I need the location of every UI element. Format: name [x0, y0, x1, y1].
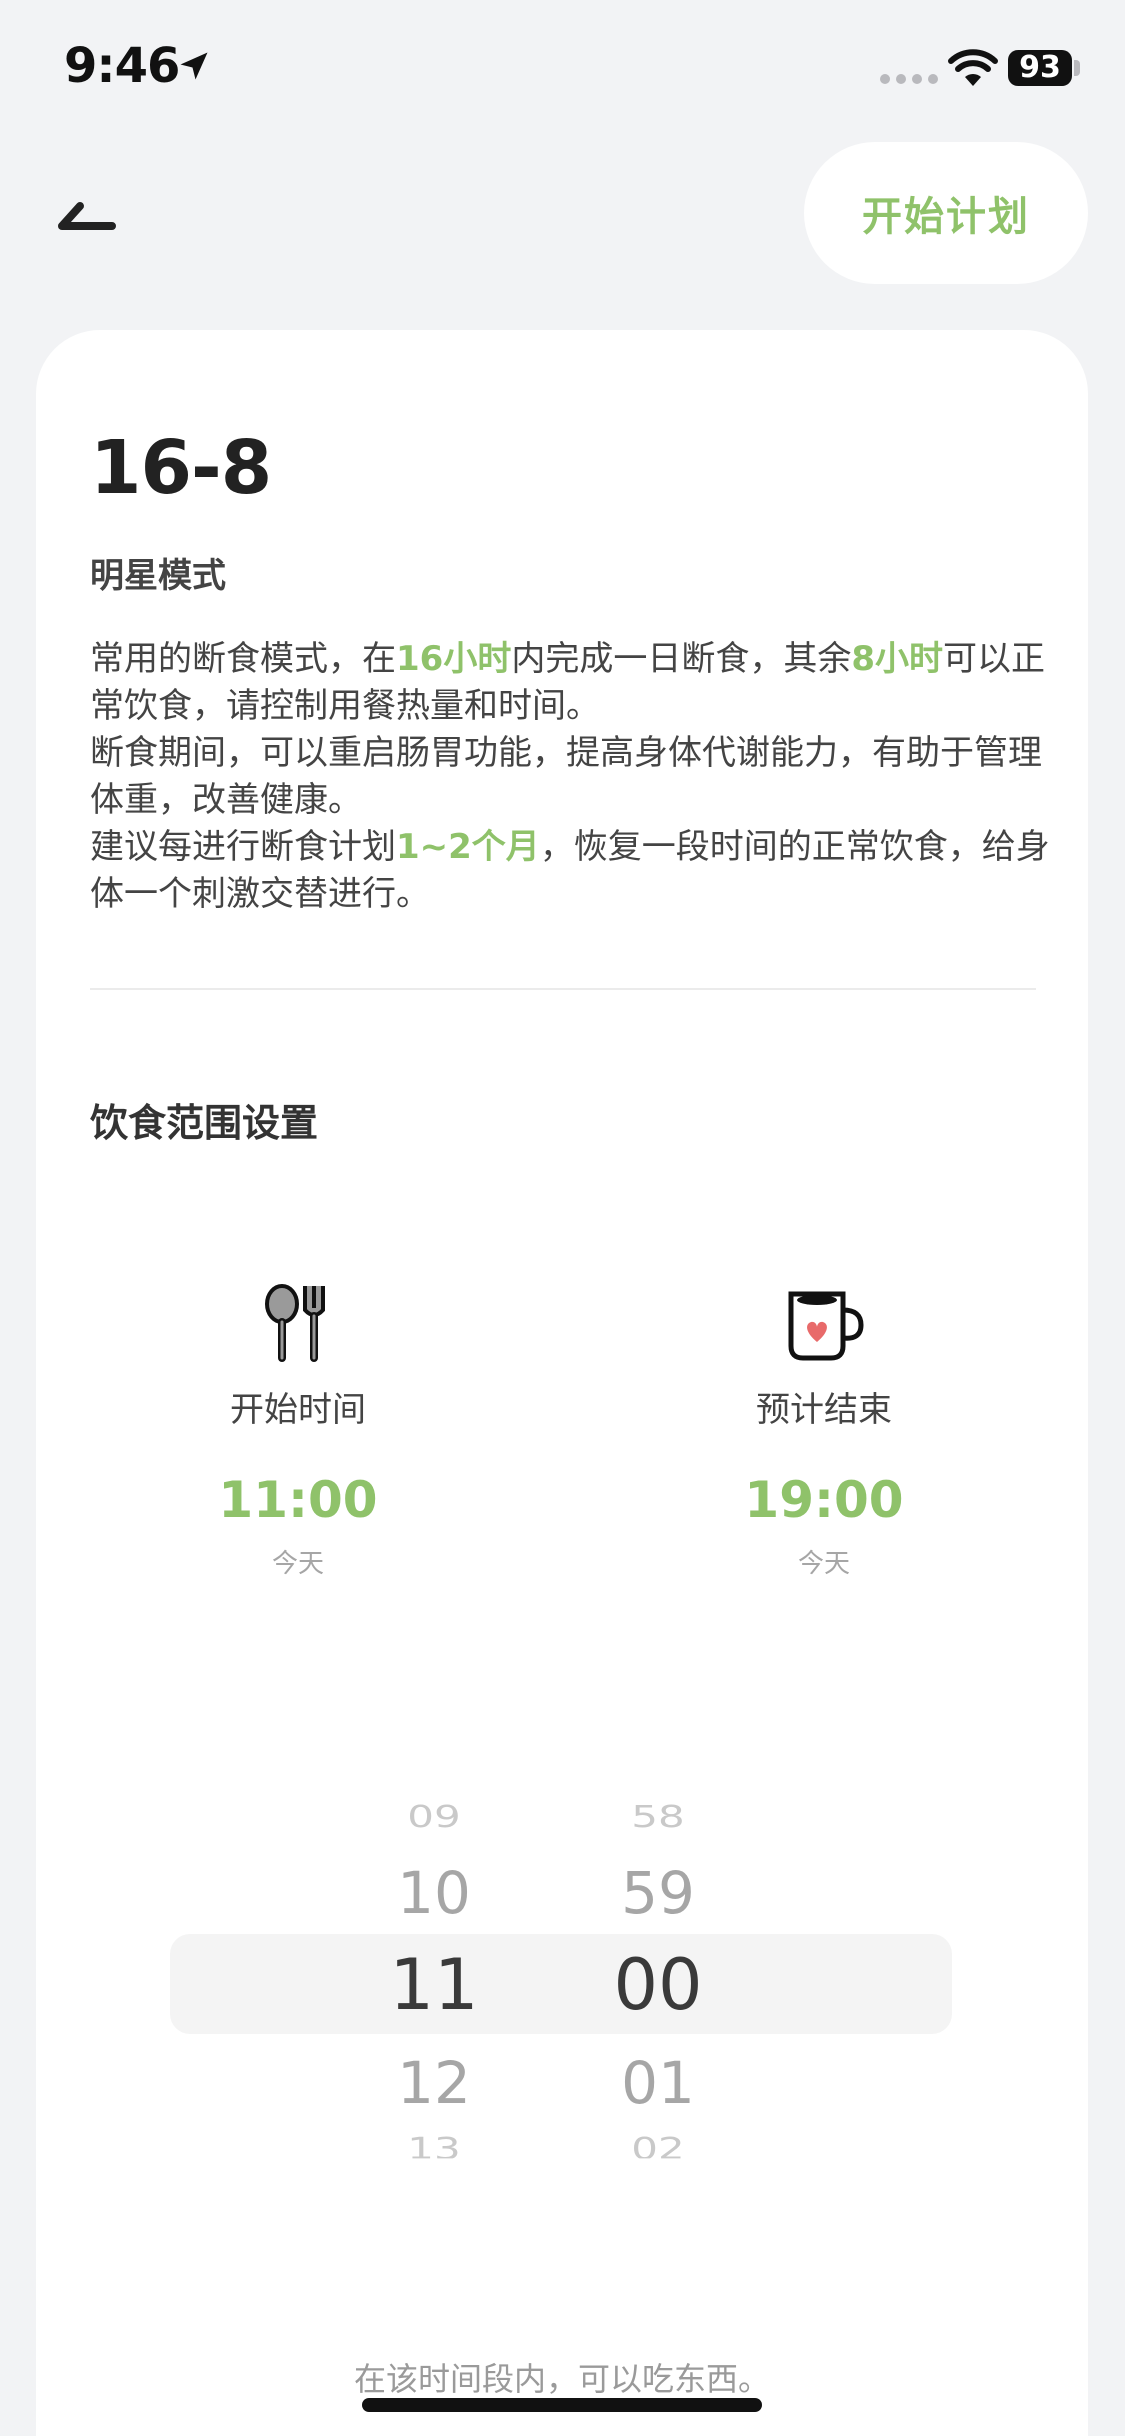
desc-paragraph-3: 建议每进行断食计划1~2个月，恢复一段时间的正常饮食，给身体一个刺激交替进行。 — [90, 824, 1060, 918]
desc-highlight-eating-hours: 8小时 — [851, 639, 943, 679]
desc-text: 建议每进行断食计划 — [90, 827, 396, 867]
desc-highlight-fasting-hours: 16小时 — [396, 639, 512, 679]
battery-icon: 93 — [1008, 50, 1072, 86]
plan-card: 16-8 明星模式 常用的断食模式，在16小时内完成一日断食，其余8小时可以正常… — [36, 330, 1088, 2436]
plan-description: 常用的断食模式，在16小时内完成一日断食，其余8小时可以正常饮食，请控制用餐热量… — [90, 636, 1060, 918]
picker-option[interactable]: 12 — [354, 2034, 514, 2124]
divider — [90, 988, 1036, 990]
picker-selected-hour[interactable]: 11 — [354, 1936, 514, 2034]
desc-text: 内完成一日断食，其余 — [511, 639, 852, 679]
picker-option[interactable]: 09 — [354, 1794, 514, 1837]
picker-option[interactable]: 13 — [354, 2130, 514, 2159]
picker-selection-highlight — [170, 1934, 952, 2034]
battery-level: 93 — [1019, 50, 1061, 85]
end-time-block[interactable]: 预计结束 19:00 今天 — [674, 1280, 974, 1580]
plan-title: 16-8 — [90, 425, 272, 511]
desc-highlight-duration: 1~2个月 — [396, 827, 540, 867]
section-title: 饮食范围设置 — [90, 1101, 319, 1145]
battery-cap — [1074, 60, 1080, 76]
status-bar: 9:46 93 — [0, 0, 1125, 140]
end-time-label: 预计结束 — [756, 1390, 892, 1430]
location-arrow-icon — [180, 52, 208, 80]
picker-option[interactable]: 10 — [354, 1846, 514, 1936]
status-time: 9:46 — [64, 38, 180, 94]
minute-picker-wheel[interactable]: 58 59 00 01 02 — [578, 1786, 738, 2164]
eating-window-note: 在该时间段内，可以吃东西。 — [353, 2360, 770, 2398]
picker-option[interactable]: 58 — [578, 1794, 738, 1837]
desc-paragraph-1: 常用的断食模式，在16小时内完成一日断食，其余8小时可以正常饮食，请控制用餐热量… — [90, 636, 1060, 730]
start-time-day: 今天 — [271, 1549, 324, 1579]
fork-spoon-icon — [265, 1284, 325, 1362]
back-icon[interactable] — [50, 180, 140, 250]
end-time-day: 今天 — [797, 1549, 850, 1579]
desc-text: 常用的断食模式，在 — [90, 639, 396, 679]
start-time-value: 11:00 — [218, 1471, 378, 1529]
picker-selected-minute[interactable]: 00 — [578, 1936, 738, 2034]
desc-paragraph-2: 断食期间，可以重启肠胃功能，提高身体代谢能力，有助于管理体重，改善健康。 — [90, 733, 1042, 820]
coffee-mug-icon — [788, 1291, 864, 1361]
end-time-value: 19:00 — [744, 1471, 904, 1529]
wifi-icon — [948, 49, 998, 86]
screen: 9:46 93 开始计划 16-8 明星模式 常用的断食模式，在16小时内完成一… — [0, 0, 1125, 2436]
picker-option[interactable]: 59 — [578, 1846, 738, 1936]
hour-picker-wheel[interactable]: 09 10 11 12 13 — [354, 1786, 514, 2164]
start-time-block[interactable]: 开始时间 11:00 今天 — [148, 1280, 448, 1580]
picker-option[interactable]: 02 — [578, 2130, 738, 2159]
plan-subtitle: 明星模式 — [90, 556, 226, 596]
cellular-signal-icon — [880, 74, 938, 84]
start-plan-button[interactable]: 开始计划 — [804, 142, 1088, 284]
home-indicator[interactable] — [362, 2398, 762, 2412]
start-time-label: 开始时间 — [230, 1390, 366, 1430]
picker-option[interactable]: 01 — [578, 2034, 738, 2124]
